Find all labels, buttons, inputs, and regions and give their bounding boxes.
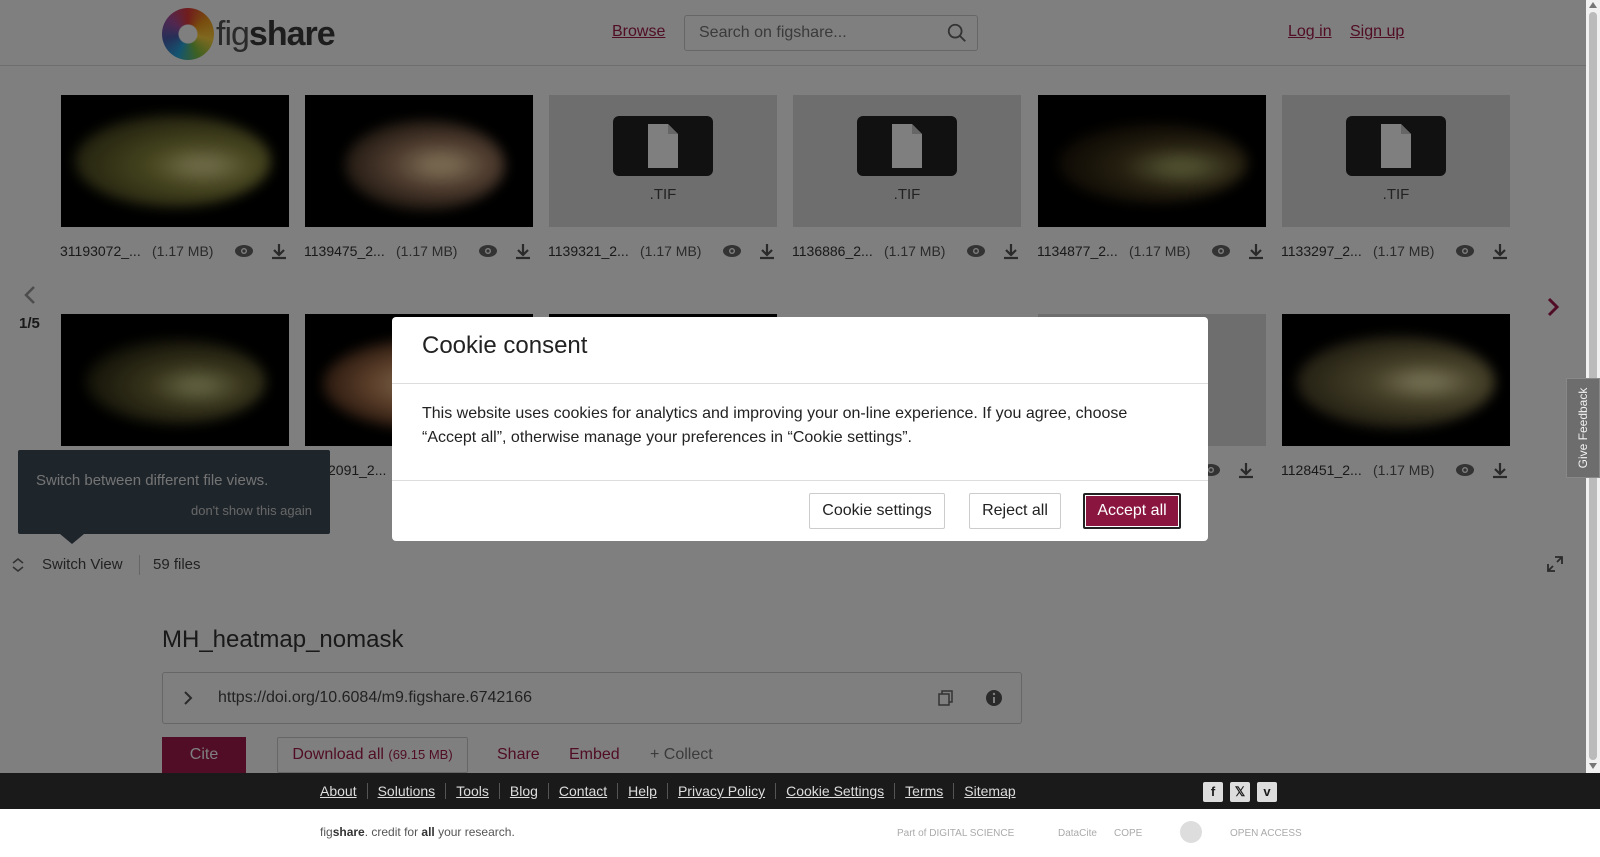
dialog-divider — [392, 383, 1208, 384]
footer-bar: About Solutions Tools Blog Contact Help … — [0, 773, 1600, 809]
footer-link-privacy[interactable]: Privacy Policy — [666, 783, 775, 799]
accept-all-button[interactable]: Accept all — [1083, 493, 1181, 529]
reject-all-button[interactable]: Reject all — [969, 493, 1061, 529]
feedback-label: Give Feedback — [1576, 387, 1590, 469]
tagline-brand-prefix: fig — [320, 825, 333, 839]
footer-link-terms[interactable]: Terms — [894, 783, 953, 799]
footer-tagline: figshare. credit for all your research. — [320, 825, 515, 839]
facebook-icon[interactable]: f — [1203, 782, 1223, 802]
scroll-down-arrow-icon[interactable] — [1589, 763, 1597, 769]
cookie-settings-button[interactable]: Cookie settings — [809, 493, 945, 529]
cope-logo[interactable]: COPE — [1114, 821, 1142, 845]
footer-link-blog[interactable]: Blog — [498, 783, 548, 799]
tagline-mid: . credit for — [364, 825, 422, 839]
footer-links: About Solutions Tools Blog Contact Help … — [320, 783, 1026, 799]
x-icon[interactable]: 𝕏 — [1230, 782, 1250, 802]
footer-bottom: figshare. credit for all your research. … — [0, 809, 1600, 857]
footer-link-contact[interactable]: Contact — [547, 783, 617, 799]
scroll-up-arrow-icon[interactable] — [1589, 2, 1597, 8]
dialog-body: This website uses cookies for analytics … — [422, 405, 1128, 446]
footer-link-help[interactable]: Help — [617, 783, 667, 799]
digital-science-logo[interactable]: Part of DIGITAL SCIENCE — [897, 821, 1014, 845]
tagline-bold: all — [421, 825, 435, 839]
footer-link-cookie-settings[interactable]: Cookie Settings — [775, 783, 894, 799]
tagline-end: your research. — [434, 825, 515, 839]
footer-link-sitemap[interactable]: Sitemap — [953, 783, 1025, 799]
footer-link-about[interactable]: About — [320, 783, 367, 799]
tagline-brand-suffix: share — [332, 825, 365, 839]
datacite-logo[interactable]: DataCite — [1058, 821, 1097, 845]
footer-link-tools[interactable]: Tools — [445, 783, 499, 799]
vimeo-icon[interactable]: v — [1257, 782, 1277, 802]
partner-seal-logo[interactable] — [1180, 821, 1202, 843]
footer-link-solutions[interactable]: Solutions — [366, 783, 446, 799]
dialog-title: Cookie consent — [422, 332, 588, 359]
dialog-divider — [392, 480, 1208, 481]
give-feedback-tab[interactable]: Give Feedback — [1566, 378, 1600, 478]
open-access-logo[interactable]: OPEN ACCESS — [1230, 821, 1302, 845]
cookie-consent-dialog: Cookie consent This website uses cookies… — [392, 317, 1208, 541]
